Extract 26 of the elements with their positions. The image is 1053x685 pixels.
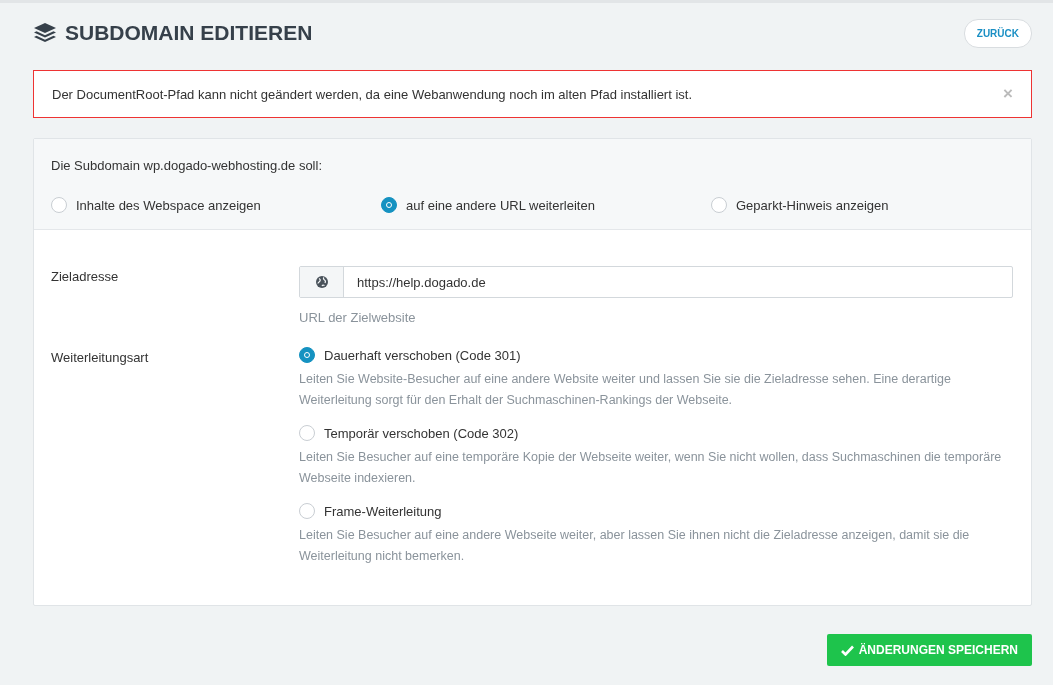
alert-message: Der DocumentRoot-Pfad kann nicht geändert werden, da eine Webanwendung noch im alten Pfad installiert ist. [52,86,693,102]
radio-button[interactable] [299,347,315,363]
mode-question: Die Subdomain wp.dogado-webhosting.de soll: [51,158,322,173]
radio-label[interactable]: Temporär verschoben (Code 302) [324,425,519,441]
radio-button[interactable] [381,197,397,213]
radio-label[interactable]: Dauerhaft verschoben (Code 301) [324,347,521,363]
radio-label[interactable]: Inhalte des Webspace anzeigen [76,197,261,213]
radio-label[interactable]: Geparkt-Hinweis anzeigen [736,197,889,213]
option-description: Leiten Sie Website-Besucher auf eine andere Website weiter und lassen Sie sie die Zieladresse sehen. Eine derartige Weiterleitung sorgt für den Erhalt der Suchmaschinen-Rankings der Webseite. [299,371,952,409]
radio-button[interactable] [51,197,67,213]
radio-label[interactable]: Frame-Weiterleitung [324,503,442,519]
layers-icon [33,22,57,44]
field-label: Zieladresse [51,268,120,286]
radio-label[interactable]: auf eine andere URL weiterleiten [406,197,595,213]
option-description: Leiten Sie Besucher auf eine temporäre Kopie der Webseite weiter, wenn Sie nicht wollen, dass Suchmaschinen die temporäre Webseite indexieren. [299,449,1003,487]
page-title: SUBDOMAIN EDITIEREN [65,21,313,45]
help-text: URL der Zielwebsite [299,310,417,325]
radio-button[interactable] [299,503,315,519]
radio-button[interactable] [299,425,315,441]
globe-icon [315,276,328,288]
url-input[interactable]: https://help.dogado.de [299,266,1013,298]
back-button[interactable]: ZURÜCK [963,18,1032,48]
option-description: Leiten Sie Besucher auf eine andere Webseite weiter, aber lassen Sie ihnen nicht die Zieladresse anzeigen, damit sie die Weiterleitung nicht bemerken. [299,527,971,565]
check-icon [840,644,854,656]
radio-button[interactable] [711,197,727,213]
field-label: Weiterleitungsart [51,349,150,367]
